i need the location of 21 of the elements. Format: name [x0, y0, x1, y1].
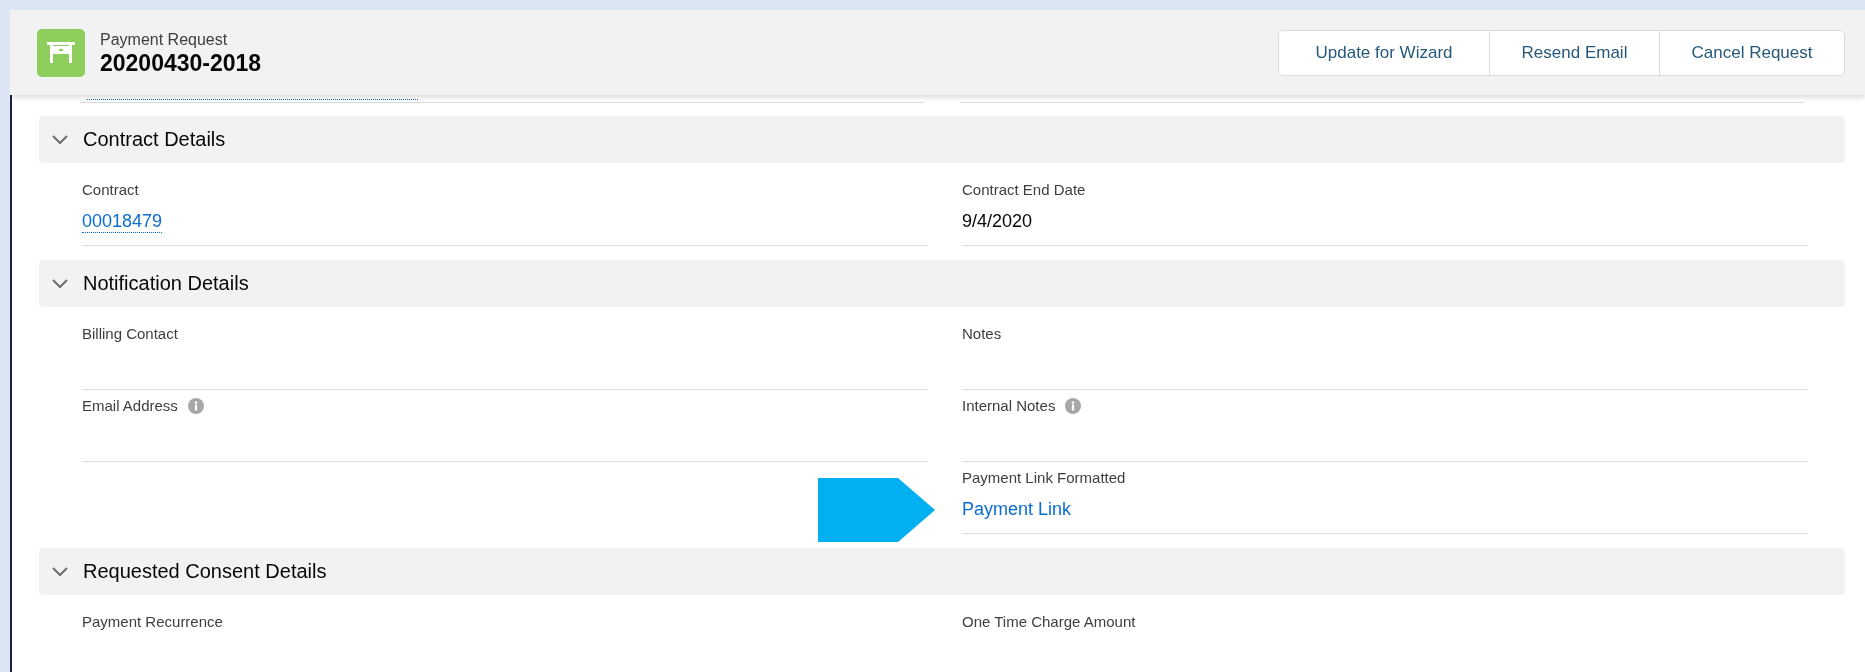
field-value: 9/4/2020: [962, 210, 1033, 232]
field-label: Billing Contact: [82, 324, 178, 344]
field-label: Email Address: [82, 396, 178, 416]
field-label: Payment Recurrence: [82, 612, 223, 632]
table-icon: [37, 28, 85, 77]
field-label: Contract End Date: [962, 180, 1086, 200]
field-label: Notes: [962, 324, 1002, 344]
info-icon[interactable]: [1065, 398, 1082, 414]
object-type-label: Payment Request: [100, 29, 229, 50]
section-header[interactable]: Requested Consent Details: [39, 548, 1845, 595]
section-header[interactable]: Contract Details: [39, 116, 1845, 163]
action-button[interactable]: Cancel Request: [1659, 30, 1844, 75]
field-label: Payment Link Formatted: [962, 468, 1126, 488]
field-label: Internal Notes: [962, 396, 1056, 416]
record-title: 20200430-2018: [100, 49, 263, 76]
record-link[interactable]: 00018479: [82, 210, 163, 233]
record-link[interactable]: Payment Link: [962, 498, 1072, 520]
info-icon[interactable]: [187, 398, 204, 414]
field-label: Contract: [82, 180, 139, 200]
section-header[interactable]: Notification Details: [39, 260, 1845, 307]
field-label: One Time Charge Amount: [962, 612, 1136, 632]
